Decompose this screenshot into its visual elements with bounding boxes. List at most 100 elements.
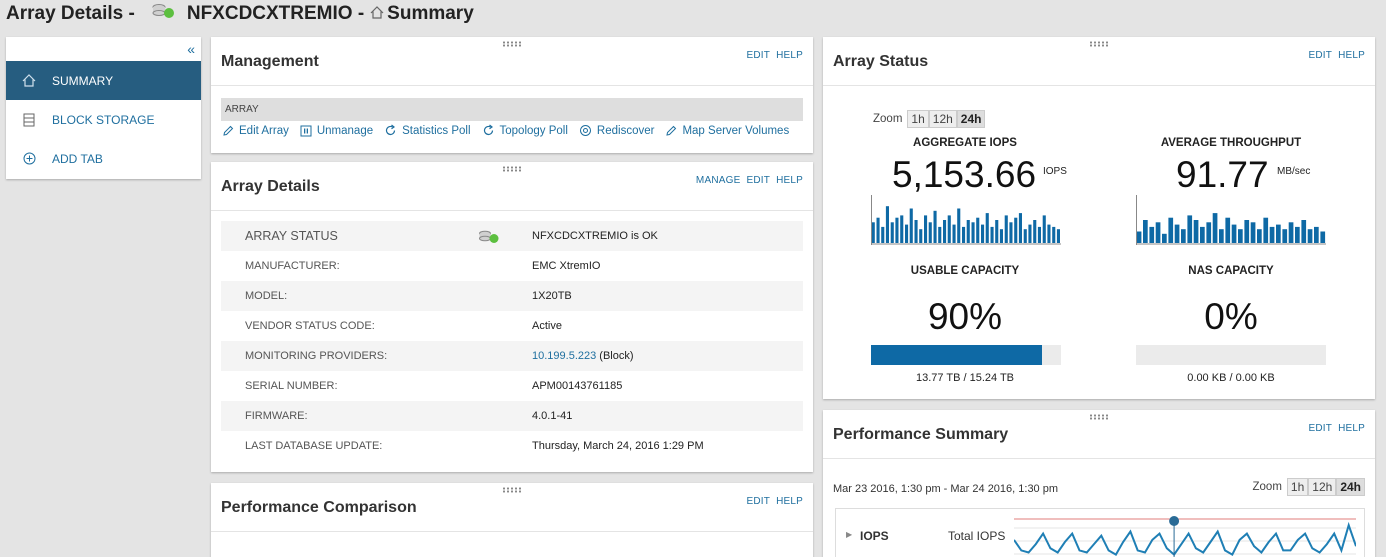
drag-handle[interactable] — [502, 166, 522, 172]
detail-key: VENDOR STATUS CODE: — [245, 320, 375, 332]
spark-bar — [938, 226, 942, 243]
spark-bar — [1168, 217, 1174, 243]
refresh-icon — [386, 124, 396, 136]
unmanage-button[interactable]: Unmanage — [300, 124, 373, 137]
divider — [823, 85, 1375, 86]
detail-key: MANUFACTURER: — [245, 260, 340, 272]
spark-bar — [1200, 226, 1205, 243]
drag-handle[interactable] — [502, 487, 522, 493]
spark-bar — [947, 215, 951, 243]
spark-bar — [990, 226, 994, 243]
spark-bar — [1320, 231, 1326, 243]
zoom-24h-button[interactable]: 24h — [956, 110, 986, 128]
help-link[interactable]: HELP — [1338, 50, 1365, 61]
panel-links: EDIT HELP — [740, 496, 803, 507]
edit-array-button[interactable]: Edit Array — [222, 124, 289, 137]
detail-value: NFXCDCXTREMIO is OK — [532, 230, 658, 242]
zoom-1h-button[interactable]: 1h — [907, 110, 929, 128]
provider-link[interactable]: 10.199.5.223 — [532, 350, 596, 362]
spark-bar — [1018, 213, 1022, 243]
array-details-panel: Array Details MANAGE EDIT HELP ARRAY STATU… — [211, 162, 813, 472]
usable-capacity-bar — [871, 345, 1061, 365]
usable-capacity-value: 90% — [927, 296, 1003, 337]
edit-link[interactable]: EDIT — [1308, 50, 1332, 61]
spark-bar — [1028, 224, 1032, 243]
usable-capacity-label: USABLE CAPACITY — [910, 265, 1020, 277]
spark-bar — [933, 210, 937, 243]
series-line — [1014, 521, 1356, 557]
zoom-control: Zoom 1h 12h 24h — [1253, 478, 1365, 496]
date-range: Mar 23 2016, 1:30 pm - Mar 24 2016, 1:30… — [833, 483, 1059, 495]
zoom-24h-button[interactable]: 24h — [1336, 478, 1365, 496]
collapse-sidebar-icon[interactable]: « — [187, 41, 195, 57]
help-link[interactable]: HELP — [776, 175, 803, 186]
edit-link[interactable]: EDIT — [746, 175, 770, 186]
spark-bar — [900, 215, 904, 243]
drag-handle[interactable] — [1089, 414, 1109, 420]
usable-capacity-caption: 13.77 TB / 15.24 TB — [915, 372, 1015, 384]
manage-link[interactable]: MANAGE — [696, 175, 741, 186]
spark-bar — [1225, 217, 1231, 243]
average-throughput-value: 91.77 — [1176, 154, 1269, 195]
spark-bar — [1143, 220, 1148, 243]
panel-links: EDIT HELP — [1302, 423, 1365, 434]
spark-bar — [1193, 220, 1199, 243]
spark-bar — [957, 208, 961, 243]
drag-handle[interactable] — [1089, 41, 1109, 47]
spark-bar — [952, 224, 956, 243]
nas-capacity-label: NAS CAPACITY — [1188, 265, 1274, 277]
spark-bar — [1174, 224, 1180, 243]
edit-link[interactable]: EDIT — [1308, 423, 1332, 434]
spark-bar — [1052, 226, 1056, 243]
detail-key: SERIAL NUMBER: — [245, 380, 338, 392]
array-section-label: ARRAY — [221, 98, 803, 121]
spark-bar — [1288, 222, 1294, 243]
performance-summary-panel: Performance Summary EDIT HELP Mar 23 2016… — [823, 410, 1375, 557]
detail-key: MONITORING PROVIDERS: — [245, 350, 388, 362]
panel-title: Management — [221, 53, 319, 70]
provider-type: (Block) — [596, 350, 634, 362]
spark-bar — [1276, 224, 1281, 243]
edit-link[interactable]: EDIT — [746, 496, 770, 507]
spark-bar — [971, 222, 975, 243]
zoom-12h-button[interactable]: 12h — [1308, 478, 1337, 496]
help-link[interactable]: HELP — [1338, 423, 1365, 434]
divider — [211, 531, 813, 532]
page-name: Summary — [387, 3, 474, 24]
metric-label: IOPS — [860, 529, 889, 543]
zoom-12h-button[interactable]: 12h — [928, 110, 957, 128]
panel-links: EDIT HELP — [1302, 50, 1365, 61]
array-status-panel: Array Status EDIT HELP Zoom 1h 12h 24h AG… — [823, 37, 1375, 399]
topology-poll-button[interactable]: Topology Poll — [482, 124, 568, 137]
rediscover-button[interactable]: Rediscover — [579, 124, 654, 137]
spark-bar — [943, 220, 947, 243]
map-server-volumes-button[interactable]: Map Server Volumes — [665, 124, 789, 137]
help-link[interactable]: HELP — [776, 496, 803, 507]
spark-bar — [890, 222, 894, 243]
zoom-1h-button[interactable]: 1h — [1286, 478, 1309, 496]
aggregate-iops-label: AGGREGATE IOPS — [913, 137, 1017, 149]
sidebar-item-add-tab[interactable]: ADD TAB — [6, 139, 201, 178]
throughput-sparkline — [1136, 195, 1326, 245]
help-link[interactable]: HELP — [776, 50, 803, 61]
spark-bar — [999, 229, 1003, 243]
nas-capacity-bar — [1136, 345, 1326, 365]
spark-bar — [966, 220, 970, 243]
detail-row: LAST DATABASE UPDATE: Thursday, March 24… — [221, 431, 803, 461]
spark-bar — [1009, 222, 1013, 243]
panel-links: MANAGE EDIT HELP — [690, 175, 803, 186]
divider — [823, 458, 1375, 459]
drag-handle[interactable] — [502, 41, 522, 47]
spark-bar — [1282, 229, 1288, 243]
sidebar-item-block-storage[interactable]: BLOCK STORAGE — [6, 100, 201, 139]
detail-row: MODEL: 1X20TB — [221, 281, 803, 311]
edit-link[interactable]: EDIT — [746, 50, 770, 61]
spark-bar — [876, 217, 880, 243]
panel-title: Array Status — [833, 53, 929, 70]
sidebar-item-summary[interactable]: SUMMARY — [6, 61, 201, 100]
rediscover-icon — [579, 125, 591, 136]
statistics-poll-button[interactable]: Statistics Poll — [384, 124, 471, 137]
spark-bar — [995, 220, 999, 243]
expand-arrow-icon[interactable]: ▶ — [846, 530, 852, 539]
usable-capacity-fill — [871, 345, 1042, 365]
